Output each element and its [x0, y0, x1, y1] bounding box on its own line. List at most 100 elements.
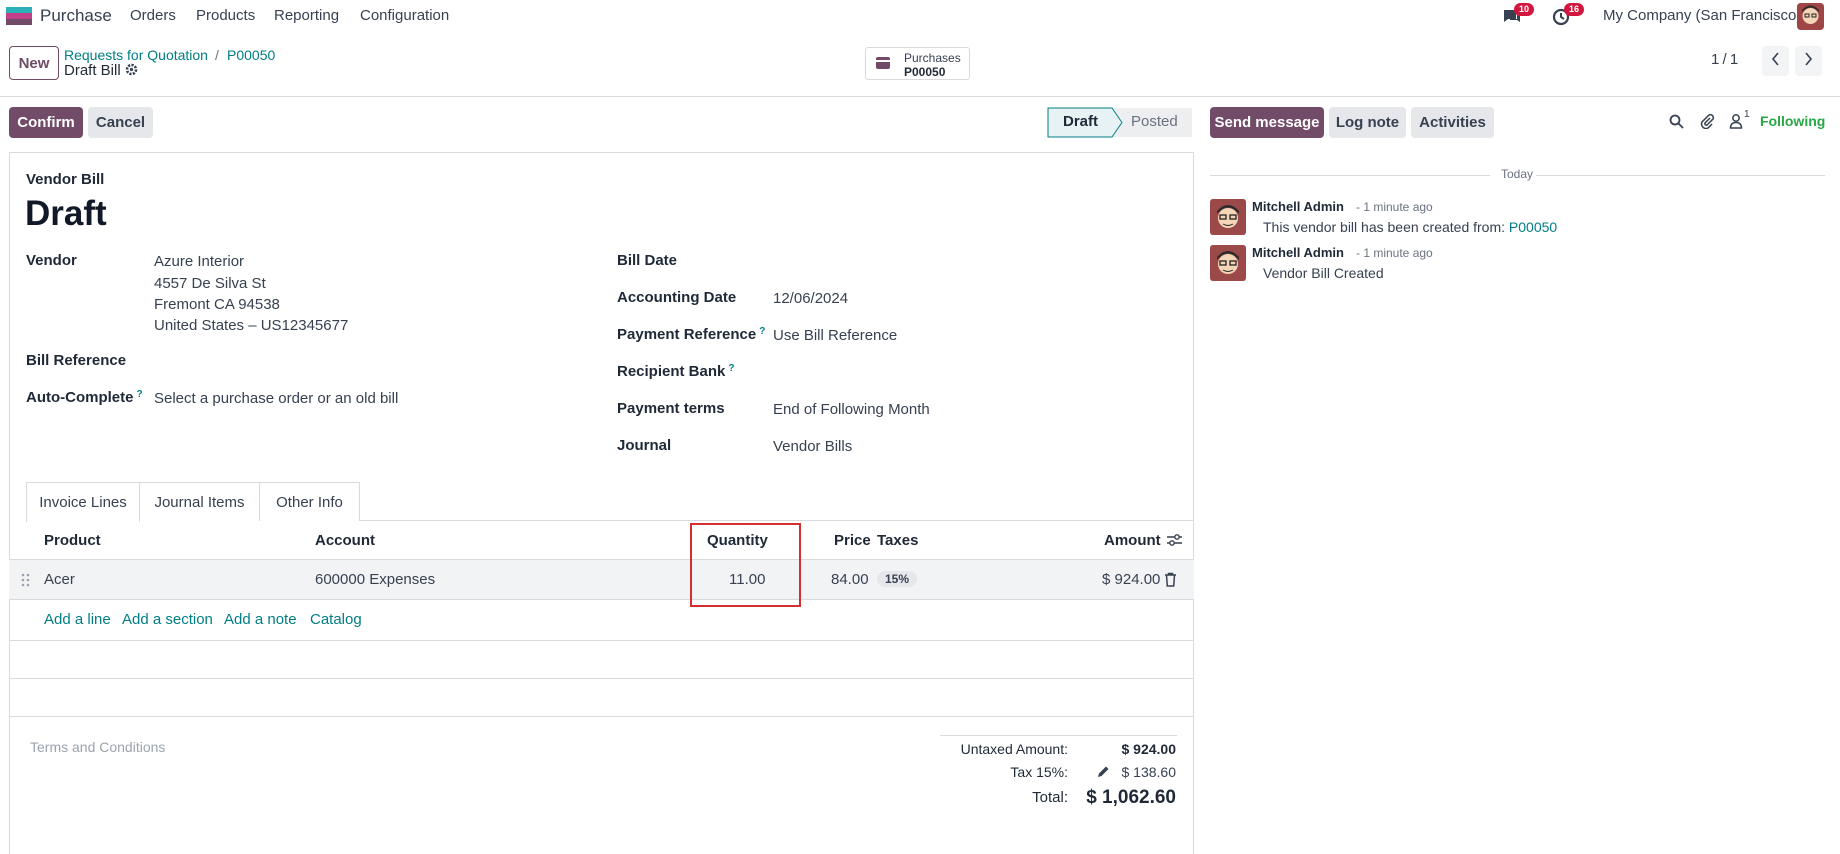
breadcrumb-parent[interactable]: Requests for Quotation [64, 47, 208, 63]
pager-previous-button[interactable] [1762, 46, 1789, 76]
message-author[interactable]: Mitchell Admin [1252, 199, 1344, 214]
total-value: $ 1,062.60 [1086, 787, 1176, 808]
vendor-address-line2: Fremont CA 94538 [154, 296, 280, 313]
row-divider [9, 716, 1194, 717]
breadcrumb-separator: / [215, 47, 219, 63]
column-header-product[interactable]: Product [44, 532, 101, 549]
search-icon[interactable] [1669, 114, 1684, 133]
day-separator: Today [1501, 167, 1534, 181]
row-divider [9, 640, 1194, 641]
avatar[interactable] [1210, 245, 1246, 281]
log-note-button[interactable]: Log note [1329, 107, 1406, 138]
tab-other-info[interactable]: Other Info [260, 482, 360, 521]
bill-date-label: Bill Date [617, 252, 678, 269]
following-button[interactable]: Following [1760, 113, 1825, 129]
untaxed-amount-value: $ 924.00 [1121, 741, 1177, 757]
pager-value[interactable]: 1 / 1 [1711, 51, 1738, 68]
breadcrumb-current[interactable]: P00050 [227, 47, 275, 63]
activities-badge: 16 [1564, 3, 1585, 16]
untaxed-amount-label: Untaxed Amount: [960, 741, 1068, 757]
add-line-link[interactable]: Add a line [44, 611, 111, 628]
smart-button-value: P00050 [904, 65, 946, 79]
table-row[interactable] [9, 560, 1194, 600]
record-title: Draft Bill [64, 62, 121, 79]
message-author[interactable]: Mitchell Admin [1252, 245, 1344, 260]
smart-button-title: Purchases [904, 51, 961, 65]
column-header-amount[interactable]: Amount [1104, 532, 1161, 549]
column-header-account[interactable]: Account [315, 532, 375, 549]
payment-terms-label: Payment terms [617, 400, 725, 417]
help-tooltip-icon[interactable]: ? [728, 363, 734, 374]
auto-complete-input[interactable]: Select a purchase order or an old bill [154, 390, 398, 407]
add-note-link[interactable]: Add a note [224, 611, 297, 628]
line-product[interactable]: Acer [44, 571, 75, 588]
help-tooltip-icon[interactable]: ? [759, 326, 765, 337]
row-divider [9, 678, 1194, 679]
status-draft[interactable]: Draft [1063, 113, 1098, 130]
message-link[interactable]: P00050 [1509, 219, 1557, 235]
purchases-smart-button[interactable]: Purchases P00050 [865, 47, 970, 80]
add-section-link[interactable]: Add a section [122, 611, 213, 628]
chevron-right-icon [1804, 52, 1813, 70]
column-header-taxes[interactable]: Taxes [877, 532, 918, 549]
menu-configuration[interactable]: Configuration [360, 7, 449, 24]
column-header-price[interactable]: Price [834, 532, 871, 549]
tab-invoice-lines[interactable]: Invoice Lines [26, 482, 140, 522]
followers-icon[interactable] [1729, 113, 1743, 133]
total-label: Total: [1032, 789, 1068, 806]
payment-reference-input[interactable]: Use Bill Reference [773, 327, 897, 344]
app-menu-icon[interactable] [6, 7, 32, 25]
catalog-link[interactable]: Catalog [310, 611, 362, 628]
optional-columns-icon[interactable] [1166, 532, 1183, 552]
drag-handle-icon[interactable] [21, 573, 30, 591]
vendor-address-line3: United States – US12345677 [154, 317, 349, 334]
payment-terms-input[interactable]: End of Following Month [773, 401, 930, 418]
chevron-left-icon [1771, 52, 1780, 70]
menu-orders[interactable]: Orders [130, 7, 176, 24]
trash-icon[interactable] [1164, 572, 1177, 591]
tax-value: $ 138.60 [1121, 764, 1177, 780]
control-panel-divider [0, 96, 1840, 97]
gear-icon[interactable] [125, 63, 138, 80]
status-posted[interactable]: Posted [1131, 113, 1178, 130]
totals-divider [940, 735, 1177, 736]
message-body: Vendor Bill Created [1263, 265, 1384, 281]
paperclip-icon[interactable] [1699, 113, 1715, 133]
activities-button[interactable]: Activities [1411, 107, 1494, 138]
journal-input[interactable]: Vendor Bills [773, 438, 852, 455]
messages-badge: 10 [1514, 3, 1535, 16]
tab-journal-items[interactable]: Journal Items [140, 482, 260, 521]
journal-label: Journal [617, 437, 672, 454]
pager-next-button[interactable] [1795, 46, 1822, 76]
message-timestamp: - 1 minute ago [1356, 246, 1433, 260]
menu-products[interactable]: Products [196, 7, 255, 24]
document-type: Vendor Bill [26, 171, 105, 188]
pencil-icon[interactable] [1097, 765, 1110, 782]
line-amount: $ 924.00 [1102, 571, 1161, 588]
auto-complete-label: Auto-Complete? [26, 389, 143, 406]
vendor-name[interactable]: Azure Interior [154, 253, 244, 270]
message-timestamp: - 1 minute ago [1356, 200, 1433, 214]
terms-conditions-input[interactable]: Terms and Conditions [30, 739, 165, 755]
cancel-button[interactable]: Cancel [88, 107, 153, 138]
confirm-button[interactable]: Confirm [9, 107, 83, 138]
new-button[interactable]: New [9, 46, 59, 80]
user-avatar[interactable] [1797, 3, 1824, 30]
app-name[interactable]: Purchase [40, 6, 112, 26]
send-message-button[interactable]: Send message [1210, 107, 1324, 138]
line-account[interactable]: 600000 Expenses [315, 571, 435, 588]
tax-badge[interactable]: 15% [877, 571, 918, 587]
day-separator-line [1210, 175, 1490, 176]
accounting-date-input[interactable]: 12/06/2024 [773, 290, 848, 307]
bill-reference-label: Bill Reference [26, 352, 127, 369]
message-body: This vendor bill has been created from: … [1263, 219, 1558, 235]
payment-reference-label: Payment Reference? [617, 326, 766, 343]
company-switcher[interactable]: My Company (San Francisco) [1603, 7, 1801, 24]
avatar[interactable] [1210, 199, 1246, 235]
tax-label: Tax 15%: [1010, 764, 1068, 780]
accounting-date-label: Accounting Date [617, 289, 737, 306]
line-price[interactable]: 84.00 [831, 571, 869, 588]
help-tooltip-icon[interactable]: ? [137, 389, 143, 400]
menu-reporting[interactable]: Reporting [274, 7, 339, 24]
day-separator-line [1536, 175, 1825, 176]
